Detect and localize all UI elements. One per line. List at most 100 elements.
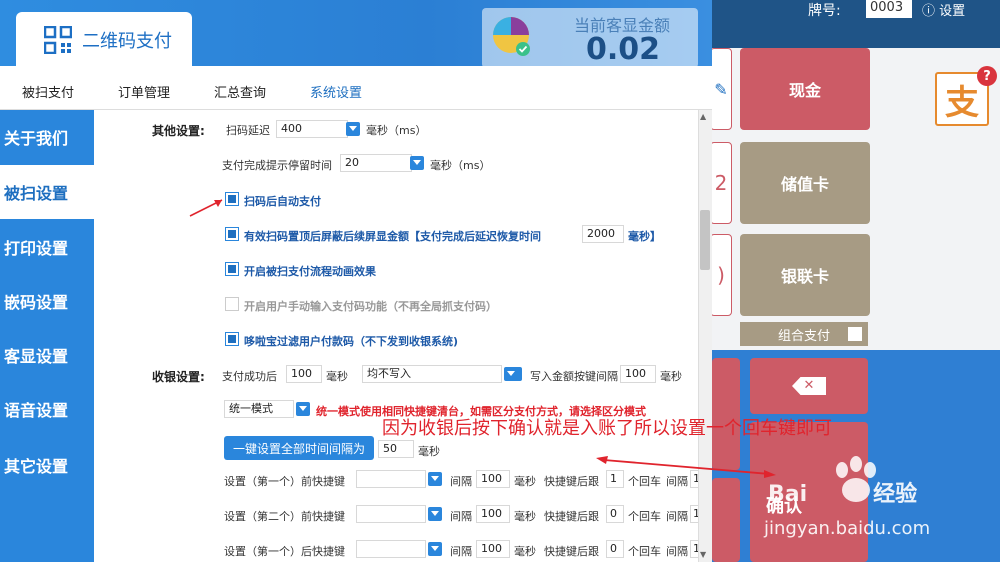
mode-select[interactable]: 统一模式 [224, 400, 294, 418]
backspace-button[interactable]: ✕ [750, 358, 868, 414]
scan-animation-label: 开启被扫支付流程动画效果 [244, 265, 376, 278]
help-badge-icon[interactable]: ? [977, 66, 997, 86]
scan-delay-dropdown-icon[interactable] [346, 122, 360, 136]
brand-number-label: 牌号: [808, 3, 841, 19]
annotation-arrow-icon [596, 456, 776, 478]
interval-ms: 毫秒 [514, 545, 536, 558]
combo-payment-checkbox[interactable] [848, 327, 862, 341]
pen-icon: ✎ [714, 79, 728, 99]
qr-code-icon [44, 26, 72, 54]
mode-note: 统一模式使用相同快捷键清台，如需区分支付方式，请选择区分模式 [316, 405, 646, 418]
one-key-interval-field[interactable]: 50 [378, 440, 414, 458]
one-key-set-interval-button[interactable]: 一键设置全部时间间隔为 [224, 436, 374, 460]
pos-settings-label: 设置 [939, 4, 966, 19]
interval-label: 间隔 [450, 475, 472, 488]
nav-order-management[interactable]: 订单管理 [118, 82, 170, 101]
after-shortcut-label: 快捷键后跟 [544, 545, 599, 558]
shortcut-row-label: 设置（第二个）前快捷键 [224, 510, 345, 523]
pay-done-stay-field[interactable]: 20 [340, 154, 412, 172]
scroll-down-icon[interactable]: ▼ [700, 550, 706, 559]
write-key-interval-ms: 毫秒 [660, 370, 682, 383]
mode-dropdown-icon[interactable] [296, 402, 310, 416]
watermark-brand: 确认 Bai 经验 [766, 476, 917, 517]
enter-label: 个回车 [628, 510, 661, 523]
shortcut-row-label: 设置（第一个）后快捷键 [224, 545, 345, 558]
other-settings-section-label: 其他设置: [152, 124, 205, 138]
settings-content: 其他设置: 扫码延迟 400 毫秒（ms） 支付完成提示停留时间 20 毫秒（m… [94, 110, 698, 562]
one-key-unit: 毫秒 [418, 445, 440, 458]
nav-summary-query[interactable]: 汇总查询 [214, 82, 266, 101]
scroll-up-icon[interactable]: ▲ [700, 112, 706, 121]
amount-value: 0.02 [586, 32, 661, 67]
pay-done-dropdown-icon[interactable] [410, 156, 424, 170]
nav-system-settings[interactable]: 系统设置 [310, 82, 362, 101]
after-pay-field[interactable]: 100 [286, 365, 322, 383]
nav-scan-pay[interactable]: 被扫支付 [22, 82, 74, 101]
enter-count-field[interactable]: 0 [606, 505, 624, 523]
sidebar-item-other-settings[interactable]: 其它设置 [0, 438, 94, 492]
pos-keypad-left-2[interactable] [712, 478, 740, 562]
scan-delay-label: 扫码延迟 [226, 124, 270, 137]
shortcut-key-select[interactable] [356, 470, 426, 488]
gap-field[interactable]: 1 [690, 505, 698, 523]
scan-animation-checkbox[interactable] [225, 262, 239, 276]
shortcut-key-dropdown-icon[interactable] [428, 507, 442, 521]
top-navigation: 被扫支付 订单管理 汇总查询 系统设置 [0, 66, 712, 110]
interval-label: 间隔 [450, 510, 472, 523]
stored-value-card-button[interactable]: 储值卡 [740, 142, 870, 224]
restore-delay-suffix: 毫秒】 [628, 230, 661, 243]
red-arrow-pointer-icon [189, 199, 223, 217]
enter-label: 个回车 [628, 545, 661, 558]
combo-payment-label: 组合支付 [778, 328, 831, 344]
manual-input-checkbox[interactable] [225, 297, 239, 311]
scan-delay-field[interactable]: 400 [276, 120, 348, 138]
unionpay-card-button[interactable]: 银联卡 [740, 234, 870, 316]
interval-field[interactable]: 100 [476, 505, 510, 523]
sidebar-item-embed-settings[interactable]: 嵌码设置 [0, 274, 94, 328]
pos-left-key-3[interactable]: ) [710, 234, 732, 316]
gap-field[interactable]: 1 [690, 540, 698, 558]
shortcut-key-select[interactable] [356, 540, 426, 558]
sidebar-item-scan-settings[interactable]: 被扫设置 [0, 165, 94, 219]
duolabao-filter-checkbox[interactable] [225, 332, 239, 346]
cash-button[interactable]: 现金 [740, 48, 870, 130]
sidebar-item-print-settings[interactable]: 打印设置 [0, 220, 94, 274]
combo-payment-toggle[interactable]: 组合支付 [740, 322, 868, 346]
pos-left-key-1[interactable]: ✎ [710, 48, 732, 130]
write-mode-select[interactable]: 均不写入 [362, 365, 502, 383]
brand-number-field[interactable]: 0003 [866, 0, 912, 18]
write-key-interval-field[interactable]: 100 [620, 365, 656, 383]
after-pay-label: 支付成功后 [222, 370, 277, 383]
pie-chart-icon [493, 17, 530, 56]
confirm-label-partial: 确认 [766, 496, 802, 517]
scrollbar-thumb[interactable] [700, 210, 710, 270]
after-shortcut-label: 快捷键后跟 [544, 510, 599, 523]
manual-input-label: 开启用户手动输入支付码功能（不再全局抓支付码） [244, 300, 497, 313]
app-tab[interactable]: 二维码支付 [16, 12, 192, 68]
enter-count-field[interactable]: 0 [606, 540, 624, 558]
sidebar-item-about[interactable]: 关于我们 [0, 110, 94, 164]
pay-done-unit: 毫秒（ms） [430, 159, 491, 172]
write-mode-dropdown-icon[interactable] [504, 367, 522, 381]
shortcut-key-dropdown-icon[interactable] [428, 542, 442, 556]
cashier-settings-section-label: 收银设置: [152, 370, 205, 384]
interval-ms: 毫秒 [514, 475, 536, 488]
pos-left-key-2[interactable]: 2 [710, 142, 732, 224]
content-scrollbar[interactable] [698, 110, 712, 562]
sidebar-item-voice-settings[interactable]: 语音设置 [0, 382, 94, 436]
pin-scan-checkbox[interactable] [225, 227, 239, 241]
interval-field[interactable]: 100 [476, 470, 510, 488]
shortcut-key-dropdown-icon[interactable] [428, 472, 442, 486]
write-key-interval-label: 写入金额按键间隔 [530, 370, 618, 383]
interval-label: 间隔 [450, 545, 472, 558]
gap-label: 间隔 [666, 510, 688, 523]
auto-pay-after-scan-checkbox[interactable] [225, 192, 239, 206]
restore-delay-field[interactable]: 2000 [582, 225, 624, 243]
help-circle-icon: ⓘ [922, 4, 940, 19]
interval-field[interactable]: 100 [476, 540, 510, 558]
backspace-icon: ✕ [792, 377, 826, 395]
app-title: 二维码支付 [82, 31, 172, 52]
sidebar-item-display-settings[interactable]: 客显设置 [0, 328, 94, 382]
pos-settings-link[interactable]: ⓘ 设置 [922, 0, 966, 19]
shortcut-key-select[interactable] [356, 505, 426, 523]
